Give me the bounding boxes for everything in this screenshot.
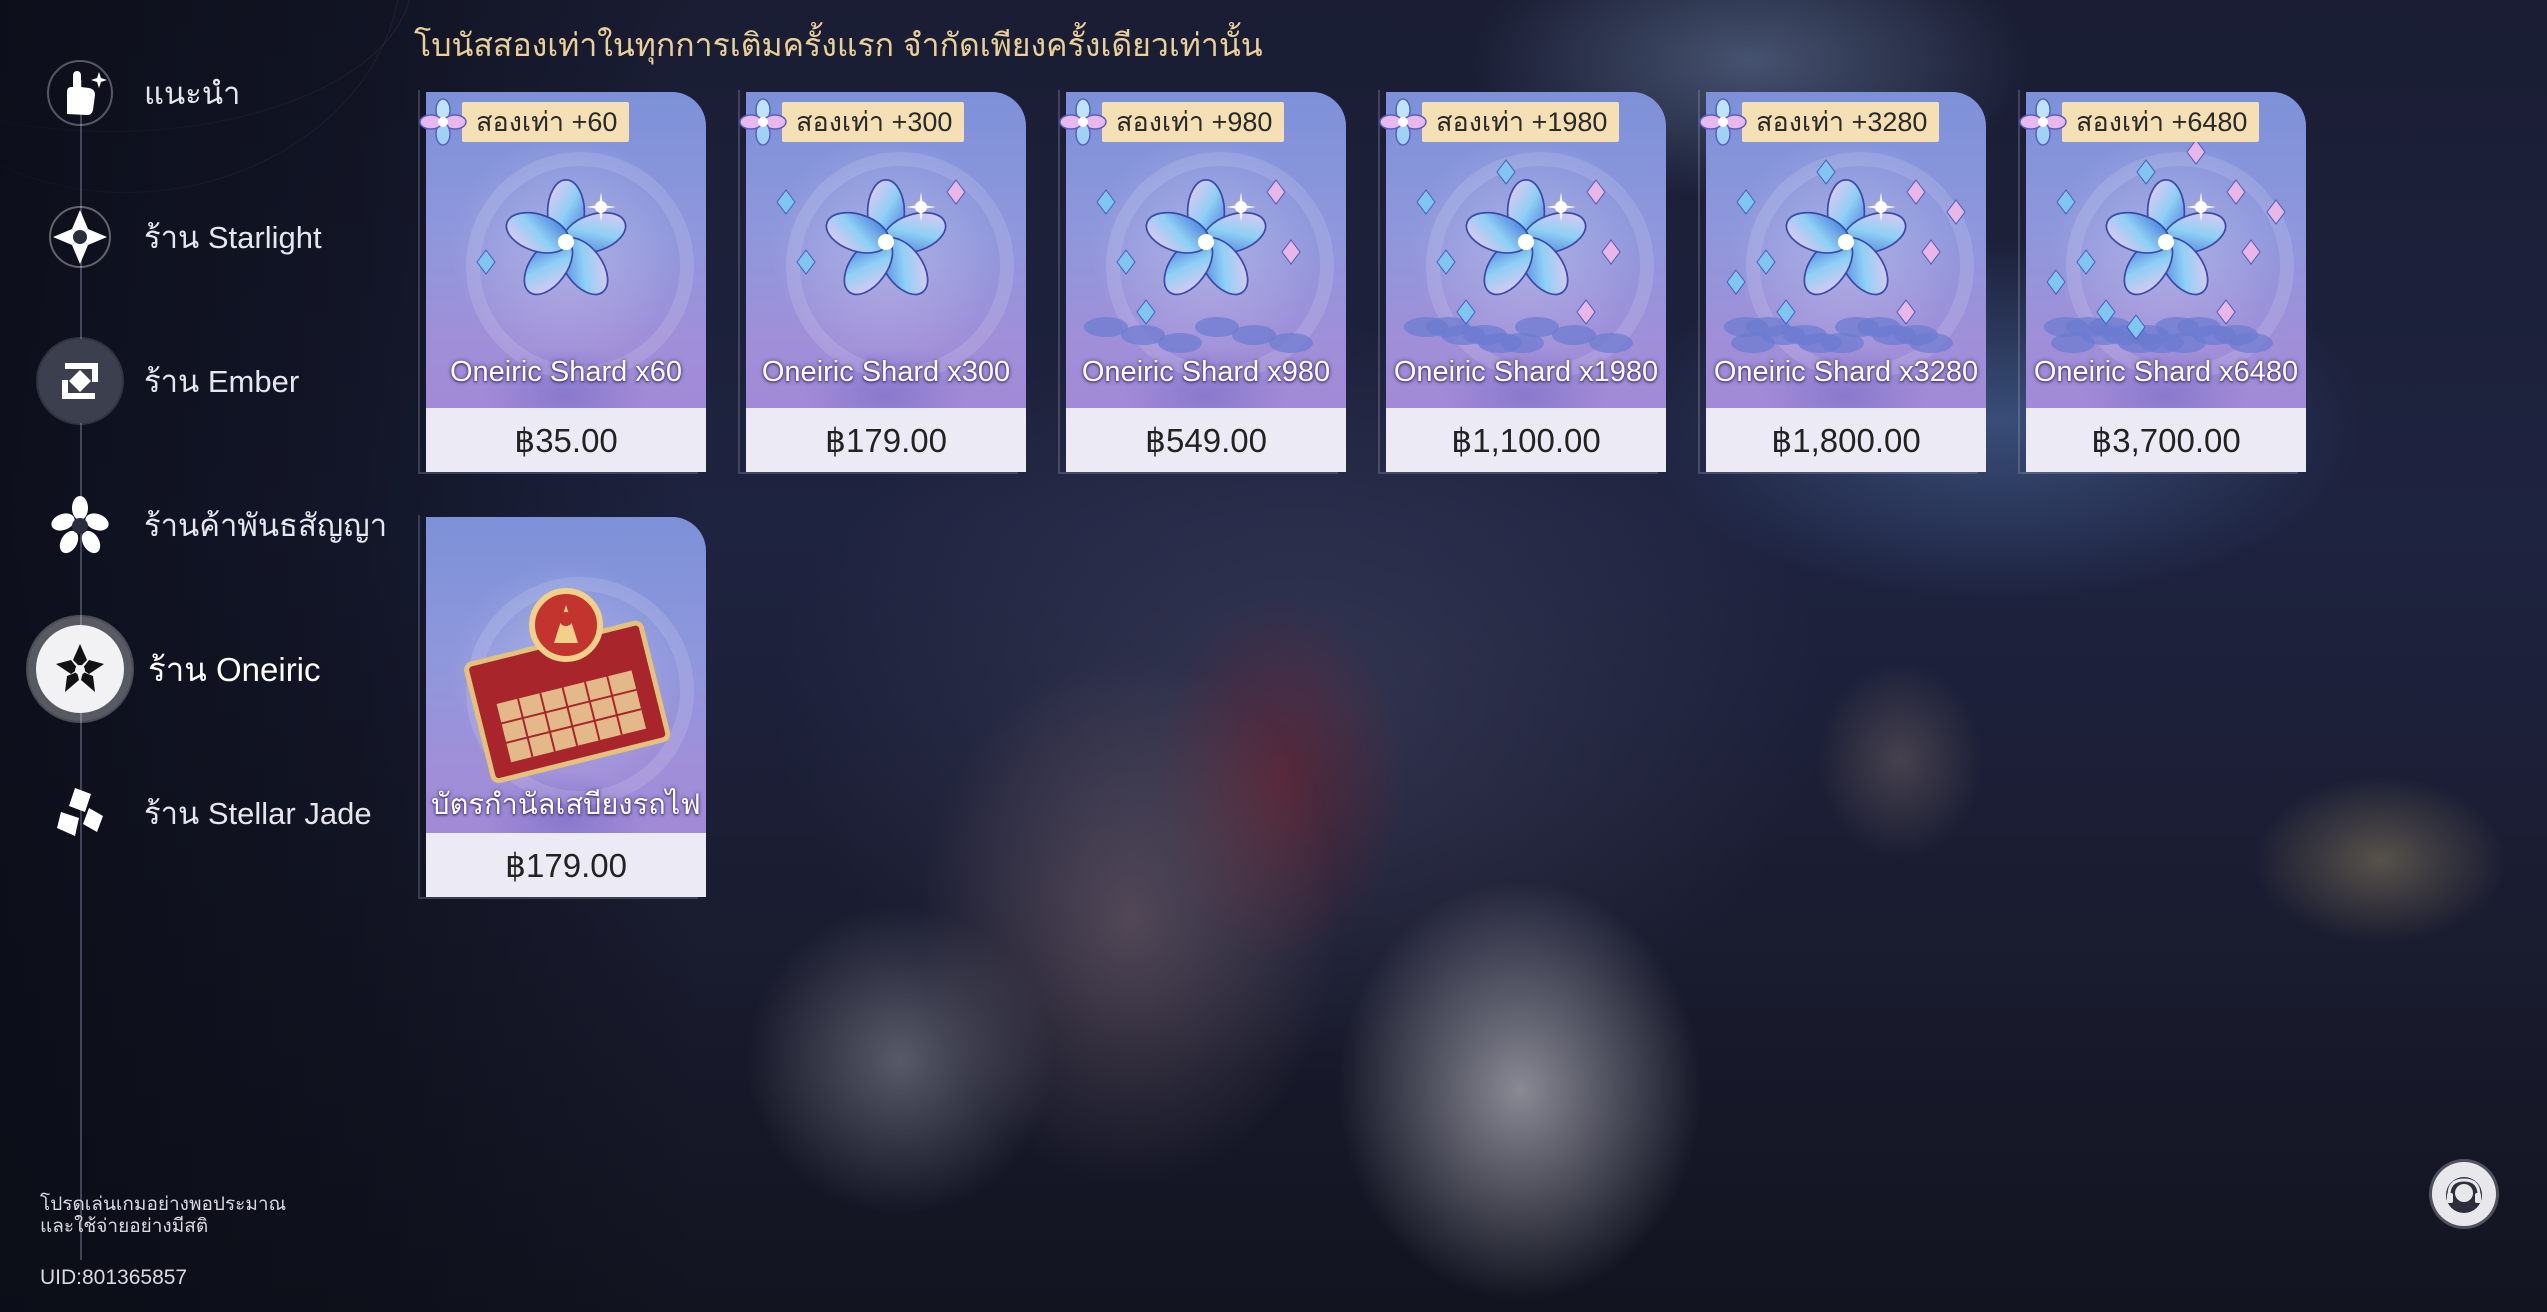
sidebar-item-label: ร้านค้าพันธสัญญา — [144, 508, 388, 543]
oneiric-shard-icon — [2019, 98, 2067, 146]
notice-line: และใช้จ่ายอย่างมีสติ — [40, 1216, 209, 1237]
double-bonus-badge: สองเท่า +1980 — [1378, 98, 1620, 146]
starlight-icon — [38, 195, 122, 279]
double-bonus-badge: สองเท่า +6480 — [2018, 98, 2260, 146]
product-name: บัตรกำนัลเสบียงรถไฟ — [431, 789, 701, 821]
badge-label: สองเท่า +1980 — [1422, 102, 1620, 142]
product-name: Oneiric Shard x980 — [1081, 356, 1331, 388]
double-bonus-badge: สองเท่า +3280 — [1698, 98, 1940, 146]
sidebar: แนะนำ ร้าน Starlight ร้าน Ember ร้านค้าพ… — [0, 0, 390, 1312]
badge-label: สองเท่า +300 — [782, 102, 965, 142]
product-name: Oneiric Shard x6480 — [2033, 356, 2299, 388]
sidebar-item-covenant[interactable]: ร้านค้าพันธสัญญา — [0, 470, 387, 580]
responsible-gaming-notice: โปรดเล่นเกมอย่างพอประมาณ และใช้จ่ายอย่าง… — [40, 1194, 286, 1238]
product-card[interactable]: Oneiric Shard x60 ฿35.00 สองเท่า +60 — [418, 90, 706, 474]
user-id: UID:801365857 — [40, 1266, 188, 1289]
badge-label: สองเท่า +60 — [462, 102, 630, 142]
oneiric-icon — [36, 625, 124, 713]
sidebar-item-stellar-jade[interactable]: ร้าน Stellar Jade — [0, 758, 380, 868]
sidebar-item-ember[interactable]: ร้าน Ember — [0, 326, 380, 436]
product-name: Oneiric Shard x1980 — [1393, 356, 1659, 388]
customer-support-icon — [2446, 1177, 2482, 1213]
sidebar-item-recommended[interactable]: แนะนำ — [0, 38, 380, 148]
star-hand-icon — [38, 51, 122, 135]
covenant-icon — [38, 483, 122, 567]
product-card[interactable]: Oneiric Shard x300 ฿179.00 สองเท่า +300 — [738, 90, 1026, 474]
badge-label: สองเท่า +6480 — [2062, 102, 2260, 142]
badge-label: สองเท่า +980 — [1102, 102, 1285, 142]
notice-line: โปรดเล่นเกมอย่างพอประมาณ — [40, 1194, 287, 1215]
product-card[interactable]: Oneiric Shard x6480 ฿3,700.00 สองเท่า +6… — [2018, 90, 2306, 474]
double-bonus-badge: สองเท่า +980 — [1058, 98, 1285, 146]
product-name: Oneiric Shard x3280 — [1713, 356, 1979, 388]
oneiric-shard-icon — [1059, 98, 1107, 146]
sidebar-item-label: ร้าน Ember — [144, 364, 300, 399]
sidebar-item-label: ร้าน Starlight — [144, 220, 322, 255]
oneiric-shard-icon — [419, 98, 467, 146]
sidebar-item-oneiric[interactable]: ร้าน Oneiric — [0, 614, 380, 724]
sidebar-item-starlight[interactable]: ร้าน Starlight — [0, 182, 380, 292]
sidebar-item-label: แนะนำ — [144, 76, 241, 111]
first-topup-banner: โบนัสสองเท่าในทุกการเติมครั้งแรก จำกัดเพ… — [414, 27, 1263, 63]
product-card[interactable]: Oneiric Shard x980 ฿549.00 สองเท่า +980 — [1058, 90, 1346, 474]
product-card[interactable]: Oneiric Shard x1980 ฿1,100.00 สองเท่า +1… — [1378, 90, 1666, 474]
product-image: บัตรกำนัลเสบียงรถไฟ — [426, 517, 706, 833]
oneiric-shard-icon — [1379, 98, 1427, 146]
stellar-jade-icon — [38, 771, 122, 855]
sidebar-item-label: ร้าน Stellar Jade — [144, 796, 372, 831]
sidebar-item-label: ร้าน Oneiric — [148, 650, 321, 688]
product-name: Oneiric Shard x60 — [449, 356, 683, 388]
badge-label: สองเท่า +3280 — [1742, 102, 1940, 142]
double-bonus-badge: สองเท่า +300 — [738, 98, 965, 146]
oneiric-shard-icon — [1699, 98, 1747, 146]
oneiric-shard-icon — [739, 98, 787, 146]
product-card[interactable]: Oneiric Shard x3280 ฿1,800.00 สองเท่า +3… — [1698, 90, 1986, 474]
product-name: Oneiric Shard x300 — [761, 356, 1011, 388]
product-card[interactable]: บัตรกำนัลเสบียงรถไฟ ฿179.00 — [418, 515, 706, 899]
ember-icon — [38, 339, 122, 423]
double-bonus-badge: สองเท่า +60 — [418, 98, 630, 146]
customer-support-button[interactable] — [2432, 1162, 2496, 1226]
